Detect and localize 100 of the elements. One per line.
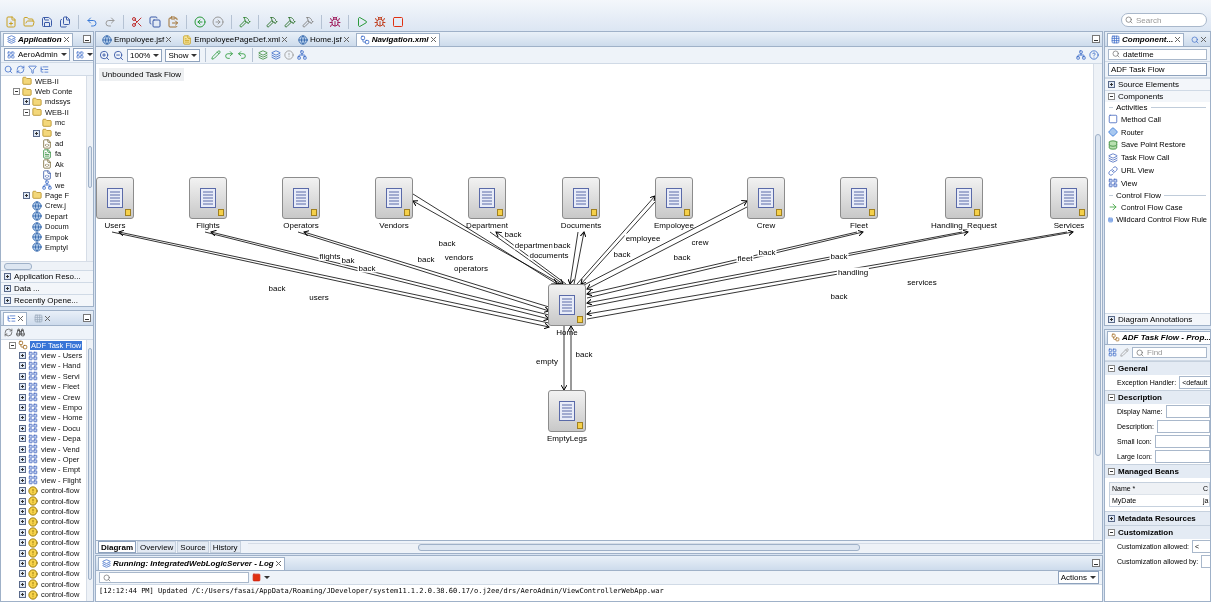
minimize-icon[interactable] (1092, 559, 1100, 567)
input-field[interactable] (1165, 405, 1210, 418)
plus-box-icon[interactable] (19, 372, 26, 380)
plus-box-icon[interactable] (19, 404, 26, 412)
view-node[interactable] (548, 284, 586, 326)
save-icon[interactable] (41, 16, 53, 28)
plus-box-icon[interactable] (1108, 81, 1115, 88)
scrollbar[interactable] (1, 261, 93, 270)
hammer-icon[interactable] (284, 16, 296, 28)
minus-box-icon[interactable] (1108, 529, 1115, 536)
layers-icon[interactable] (271, 50, 282, 60)
view-tab[interactable]: Diagram (98, 541, 136, 553)
plus-box-icon[interactable] (19, 456, 26, 463)
panel-tab[interactable] (3, 311, 27, 325)
close-icon[interactable] (282, 37, 288, 42)
search-icon[interactable] (4, 64, 13, 74)
palette-dropdown[interactable]: ADF Task Flow (1108, 63, 1207, 76)
view-dropdown[interactable] (72, 48, 93, 61)
editor-tab[interactable]: Navigation.xml (355, 32, 440, 46)
view-node[interactable] (468, 177, 506, 219)
plus-box-icon[interactable] (19, 445, 26, 453)
plus-box-icon[interactable] (19, 559, 26, 567)
network-icon[interactable] (297, 50, 308, 60)
log-tab[interactable]: Running: IntegratedWebLogicServer - Log (98, 556, 285, 570)
view-tab[interactable]: Overview (137, 541, 177, 553)
editor-tab[interactable]: Home.jsf (294, 32, 353, 46)
plus-box-icon[interactable] (19, 414, 26, 422)
view-node[interactable] (945, 177, 983, 219)
scissors-icon[interactable] (131, 16, 143, 28)
input-field[interactable] (1156, 420, 1210, 433)
close-icon[interactable] (166, 37, 172, 42)
minus-box-icon[interactable] (1108, 468, 1115, 475)
plus-box-icon[interactable] (4, 273, 11, 280)
view-node[interactable] (375, 177, 413, 219)
plus-box-icon[interactable] (19, 528, 26, 536)
project-dropdown[interactable]: AeroAdmin (4, 48, 70, 61)
network-icon[interactable] (1076, 50, 1086, 60)
plus-box-icon[interactable] (19, 497, 26, 505)
copy-icon[interactable] (149, 16, 161, 28)
section-header[interactable]: General (1118, 364, 1148, 373)
minus-box-icon[interactable] (1108, 93, 1115, 100)
minimize-icon[interactable] (83, 35, 91, 43)
plus-box-icon[interactable] (19, 507, 26, 515)
plus-box-icon[interactable] (4, 285, 11, 292)
panel-tab[interactable]: ADF Task Flow - Prop... (1107, 330, 1210, 344)
stop-icon[interactable] (252, 573, 261, 582)
layers-icon[interactable] (258, 50, 269, 60)
plus-box-icon[interactable] (4, 297, 11, 304)
plus-box-icon[interactable] (19, 424, 26, 432)
close-icon[interactable] (45, 316, 50, 321)
plus-box-icon[interactable] (19, 539, 26, 547)
close-icon[interactable] (430, 37, 436, 42)
zoom-in-icon[interactable] (99, 49, 110, 61)
forward-icon[interactable] (212, 16, 224, 28)
bug-icon[interactable] (374, 16, 386, 28)
grid-icon[interactable] (1108, 348, 1117, 357)
plus-box-icon[interactable] (23, 98, 30, 106)
plus-box-icon[interactable] (19, 362, 26, 370)
hammer-icon[interactable] (239, 16, 251, 28)
view-tab[interactable]: History (209, 541, 241, 553)
redo-icon[interactable] (104, 16, 116, 28)
view-node[interactable] (840, 177, 878, 219)
plus-box-icon[interactable] (19, 570, 26, 578)
zoom-dropdown[interactable]: 100% (127, 48, 163, 62)
plus-box-icon[interactable] (19, 352, 26, 360)
files-icon[interactable] (59, 16, 71, 28)
editor-tab[interactable]: EmpoloyeePageDef.xml (178, 32, 292, 46)
view-node[interactable] (655, 177, 693, 219)
plus-box-icon[interactable] (1108, 316, 1115, 323)
panel-tab[interactable]: Component... (1107, 32, 1185, 46)
stop-icon[interactable] (392, 16, 404, 28)
plus-box-icon[interactable] (19, 580, 26, 588)
plus-box-icon[interactable] (23, 192, 30, 199)
run-icon[interactable] (356, 16, 368, 28)
plus-box-icon[interactable] (33, 129, 40, 137)
refresh-icon[interactable] (16, 64, 25, 74)
view-node[interactable] (747, 177, 785, 219)
back-icon[interactable] (194, 16, 206, 28)
panel-tab[interactable]: Application (3, 32, 73, 46)
plus-box-icon[interactable] (19, 476, 26, 484)
view-node[interactable] (96, 177, 134, 219)
close-icon[interactable] (1201, 37, 1207, 42)
zoom-out-icon[interactable] (113, 49, 124, 61)
refresh-icon[interactable] (4, 328, 13, 337)
hammer-icon[interactable] (266, 16, 278, 28)
plus-box-icon[interactable] (19, 549, 26, 557)
view-node[interactable] (562, 177, 600, 219)
actions-dropdown[interactable]: Actions (1057, 571, 1099, 584)
component-search-field[interactable]: datetime (1108, 48, 1207, 60)
view-node[interactable] (189, 177, 227, 219)
view-tab[interactable]: Source (177, 541, 209, 553)
close-icon[interactable] (275, 561, 281, 566)
paste-icon[interactable] (167, 16, 179, 28)
bug-icon[interactable] (329, 16, 341, 28)
filter-icon[interactable] (28, 64, 37, 74)
editor-tab[interactable]: Empoloyee.jsf (98, 32, 176, 46)
binoculars-icon[interactable] (16, 328, 25, 337)
plus-box-icon[interactable] (19, 487, 26, 495)
plus-box-icon[interactable] (19, 591, 26, 599)
view-node[interactable] (282, 177, 320, 219)
